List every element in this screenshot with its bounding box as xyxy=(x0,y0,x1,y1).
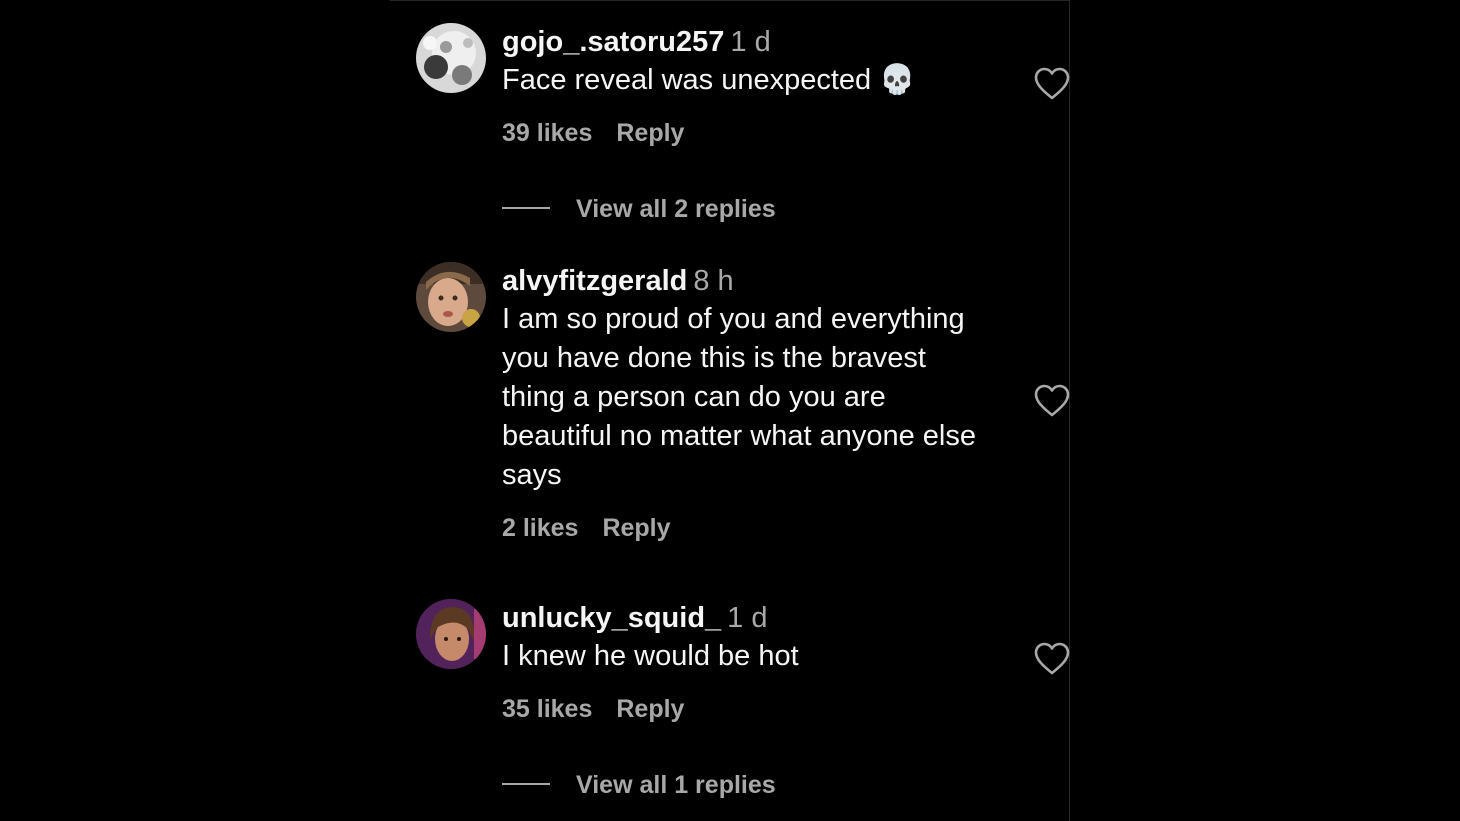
view-replies-label: View all 2 replies xyxy=(576,195,776,223)
divider-line xyxy=(502,783,550,786)
comments-panel: gojo_.satoru257 1 d Face reveal was unexp… xyxy=(390,0,1070,821)
timestamp: 1 d xyxy=(727,602,768,634)
avatar[interactable] xyxy=(416,23,486,93)
comment-body: gojo_.satoru257 1 d Face reveal was unexp… xyxy=(502,23,1027,150)
comment-meta: 39 likes Reply xyxy=(502,116,1027,150)
likes-count[interactable]: 39 likes xyxy=(502,119,592,147)
comment-body: unlucky_squid_ 1 d I knew he would be hot… xyxy=(502,599,1027,726)
comment-text-line: says xyxy=(502,459,562,491)
comment-header: gojo_.satoru257 1 d xyxy=(502,23,1027,61)
reply-button[interactable]: Reply xyxy=(616,695,684,723)
timestamp: 8 h xyxy=(693,265,734,297)
comment-text-line: you have done this is the bravest xyxy=(502,342,926,374)
heart-icon[interactable] xyxy=(1034,67,1070,101)
timestamp: 1 d xyxy=(730,26,771,58)
username[interactable]: gojo_.satoru257 xyxy=(502,26,724,58)
comment-text-line: beautiful no matter what anyone else xyxy=(502,420,976,452)
comment-meta: 2 likes Reply xyxy=(502,511,1027,545)
view-replies-label: View all 1 replies xyxy=(576,771,776,799)
comment-text-line: thing a person can do you are xyxy=(502,381,886,413)
view-replies-button[interactable]: View all 2 replies xyxy=(502,192,776,226)
likes-count[interactable]: 35 likes xyxy=(502,695,592,723)
heart-icon[interactable] xyxy=(1034,642,1070,676)
username[interactable]: unlucky_squid_ xyxy=(502,602,721,634)
comment-body: alvyfitzgerald 8 h I am so proud of you a… xyxy=(502,262,1027,545)
reply-button[interactable]: Reply xyxy=(602,514,670,542)
comment-text: Face reveal was unexpected 💀 xyxy=(502,64,916,96)
comment-text: I knew he would be hot xyxy=(502,640,799,672)
avatar[interactable] xyxy=(416,599,486,669)
heart-icon[interactable] xyxy=(1034,384,1070,418)
username[interactable]: alvyfitzgerald xyxy=(502,265,687,297)
likes-count[interactable]: 2 likes xyxy=(502,514,578,542)
comment-text: I am so proud of you and everything you … xyxy=(502,300,1027,495)
reply-button[interactable]: Reply xyxy=(616,119,684,147)
divider-line xyxy=(502,207,550,210)
comment-header: unlucky_squid_ 1 d xyxy=(502,599,1027,637)
avatar[interactable] xyxy=(416,262,486,332)
comment-text-line: I am so proud of you and everything xyxy=(502,303,965,335)
comment-meta: 35 likes Reply xyxy=(502,692,1027,726)
comment-header: alvyfitzgerald 8 h xyxy=(502,262,1027,300)
view-replies-button[interactable]: View all 1 replies xyxy=(502,768,776,802)
